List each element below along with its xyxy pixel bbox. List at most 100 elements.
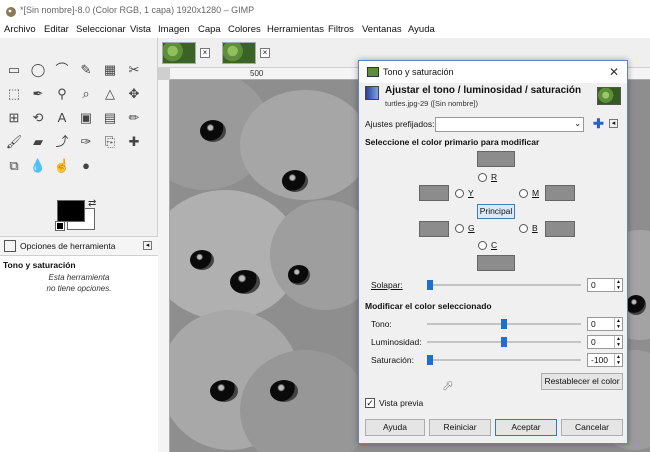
menu-ventanas[interactable]: Ventanas [362,24,402,35]
dialog-title: Tono y saturación [383,67,454,77]
spin-arrows-icon[interactable]: ▲ ▼ [614,318,622,330]
move-icon[interactable]: ✥ [124,84,144,104]
help-button[interactable]: Ayuda [365,419,425,436]
overlap-slider[interactable] [427,280,581,290]
preview-label: Vista previa [379,398,424,408]
spin-arrows-icon[interactable]: ▲ ▼ [614,336,622,348]
overlap-slider-handle[interactable] [427,280,433,290]
menu-ayuda[interactable]: Ayuda [408,24,435,35]
measure-icon[interactable]: △ [100,84,120,104]
radio-y[interactable] [455,189,464,198]
close-tab-1-icon[interactable]: × [200,48,210,58]
lightness-slider-handle[interactable] [501,337,507,347]
text-icon[interactable]: A [52,108,72,128]
tab-menu-icon[interactable]: ◂ [143,241,152,250]
close-icon[interactable]: ✕ [609,65,619,79]
overlap-spinbox[interactable]: 0 ▲ ▼ [587,278,623,292]
radio-b[interactable] [519,224,528,233]
hue-slider-handle[interactable] [501,319,507,329]
turtle-eye [230,270,260,294]
blur-icon[interactable]: 💧 [28,156,48,176]
cancel-button[interactable]: Cancelar [561,419,623,436]
smudge-icon[interactable]: ☝ [52,156,72,176]
radio-m-label: M [532,188,540,198]
image-tab-thumb-1[interactable] [162,42,196,64]
turtle-eye [190,250,214,270]
pencil-icon[interactable]: ✏ [124,108,144,128]
close-tab-2-icon[interactable]: × [260,48,270,58]
menu-herramientas[interactable]: Herramientas [267,24,324,35]
perspective-clone-icon[interactable]: ⧉ [4,156,24,176]
image-tab-thumb-2[interactable] [222,42,256,64]
menu-colores[interactable]: Colores [228,24,261,35]
window-title: *[Sin nombre]-8.0 (Color RGB, 1 capa) 19… [20,5,255,15]
presets-menu-icon[interactable]: ◂ [609,119,618,128]
swatch-c [477,255,515,271]
lightness-spinbox[interactable]: 0 ▲ ▼ [587,335,623,349]
spin-arrows-icon[interactable]: ▲ ▼ [614,354,622,366]
free-select-icon[interactable]: ⌒ [52,60,72,80]
reset-color-button[interactable]: Restablecer el color [541,373,623,390]
radio-r-label: R [491,172,498,182]
rect-select-icon[interactable]: ▭ [4,60,24,80]
overlap-value: 0 [591,280,596,290]
ink-icon[interactable]: ✑ [76,132,96,152]
hue-slider[interactable] [427,319,581,329]
align-icon[interactable]: ⊞ [4,108,24,128]
presets-combo[interactable]: ⌄ [435,117,584,132]
foreground-color[interactable] [57,200,85,222]
toolbox: ▭ ◯ ⌒ ✎ ▦ ✂ ⬚ ✒ ⚲ ⌕ △ ✥ ⊞ ⟲ A ▣ ▤ ✏ 🖌 ▰ … [0,38,158,452]
lightness-slider[interactable] [427,337,581,347]
color-picker-icon[interactable]: ⚲ [52,84,72,104]
fuzzy-select-icon[interactable]: ✎ [76,60,96,80]
ok-button[interactable]: Aceptar [495,419,557,436]
reset-colors-icon[interactable] [55,221,65,231]
bucket-fill-icon[interactable]: ▣ [76,108,96,128]
radio-c-label: C [491,240,498,250]
add-preset-icon[interactable]: ✚ [593,116,604,132]
scissors-icon[interactable]: ✂ [124,60,144,80]
reset-button[interactable]: Reiniciar [429,419,491,436]
radio-c[interactable] [478,241,487,250]
paintbrush-icon[interactable]: 🖌 [4,132,24,152]
dodge-burn-icon[interactable]: ● [76,156,96,176]
menu-seleccionar[interactable]: Seleccionar [76,24,126,35]
tool-options-icon [4,240,16,252]
tool-options-title: Tono y saturación [3,260,76,270]
ruler-tick-500: 500 [250,69,264,78]
swap-colors-icon[interactable]: ⇄ [88,198,96,209]
tool-options-pane: Tono y saturación Esta herramienta no ti… [0,256,158,452]
menu-imagen[interactable]: Imagen [158,24,190,35]
select-by-color-icon[interactable]: ▦ [100,60,120,80]
gradient-icon[interactable]: ▤ [100,108,120,128]
hue-saturation-icon [365,86,379,100]
radio-m[interactable] [519,189,528,198]
ellipse-select-icon[interactable]: ◯ [28,60,48,80]
dialog-app-icon [367,67,379,77]
eraser-icon[interactable]: ▰ [28,132,48,152]
airbrush-icon[interactable]: ⤴ [52,132,72,152]
paths-icon[interactable]: ✒ [28,84,48,104]
heal-icon[interactable]: ✚ [124,132,144,152]
menu-capa[interactable]: Capa [198,24,221,35]
radio-r[interactable] [478,173,487,182]
menu-editar[interactable]: Editar [44,24,69,35]
tool-options-tab[interactable]: Opciones de herramienta ◂ [0,236,158,256]
menu-vista[interactable]: Vista [130,24,151,35]
dialog-header-title: Ajustar el tono / luminosidad / saturaci… [385,85,582,96]
clone-icon[interactable]: ⎘ [100,132,120,152]
principal-button[interactable]: Principal [477,204,515,219]
foreground-select-icon[interactable]: ⬚ [4,84,24,104]
hue-label: Tono: [371,319,392,329]
preview-checkbox[interactable]: ✓ [365,398,375,408]
radio-g[interactable] [455,224,464,233]
menu-archivo[interactable]: Archivo [4,24,36,35]
hue-spinbox[interactable]: 0 ▲ ▼ [587,317,623,331]
zoom-icon[interactable]: ⌕ [76,84,96,104]
menu-filtros[interactable]: Filtros [328,24,354,35]
saturation-slider-handle[interactable] [427,355,433,365]
saturation-slider[interactable] [427,355,581,365]
transform-icon[interactable]: ⟲ [28,108,48,128]
saturation-spinbox[interactable]: -100 ▲ ▼ [587,353,623,367]
spin-arrows-icon[interactable]: ▲ ▼ [614,279,622,291]
